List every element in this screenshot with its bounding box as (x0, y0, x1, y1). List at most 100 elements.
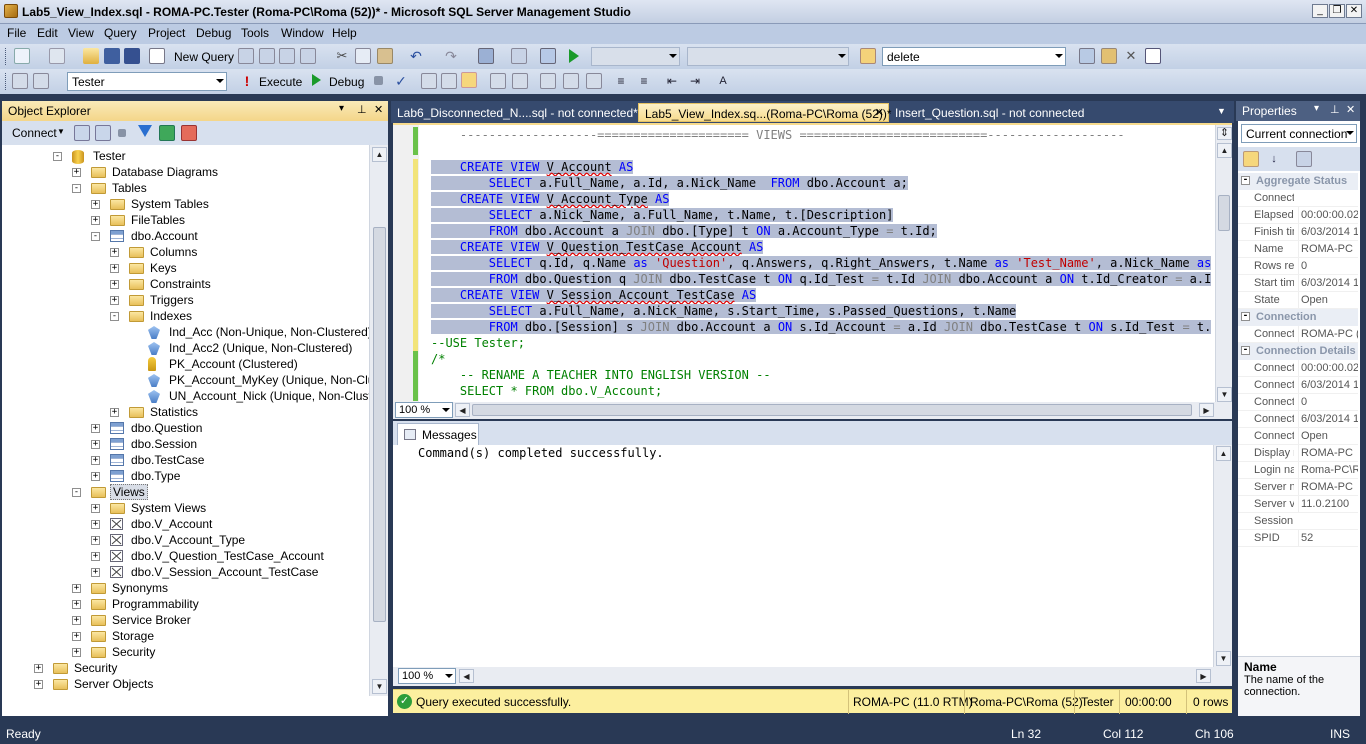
code-line[interactable]: SELECT * FROM dbo.V_Account; (431, 383, 662, 399)
code-line[interactable]: -------------------=====================… (431, 127, 1125, 143)
increase-indent-icon[interactable]: ⇥ (687, 73, 703, 89)
change-connection-icon[interactable] (33, 73, 49, 89)
new-project-icon[interactable] (14, 48, 30, 64)
tab-lab5[interactable]: Lab5_View_Index.sq...(Roma-PC\Roma (52))… (638, 103, 892, 122)
properties-close-icon[interactable]: ✕ (1346, 103, 1355, 116)
disconnect-icon[interactable] (95, 125, 111, 141)
tree-node[interactable]: + Triggers (2, 292, 368, 308)
messages-hscroll-right[interactable]: ▶ (1196, 669, 1211, 683)
property-row[interactable]: Connect ROMA-PC (R (1238, 326, 1358, 343)
tree-scrollbar[interactable]: ▲ ▼ (369, 145, 388, 696)
collapse-toggle-icon[interactable]: - (1241, 176, 1250, 185)
menu-view[interactable]: View (68, 26, 94, 40)
property-pages-icon[interactable] (1296, 151, 1312, 167)
client-stats-icon[interactable] (512, 73, 528, 89)
registered-servers-icon[interactable] (1079, 48, 1095, 64)
expand-toggle-icon[interactable]: + (72, 616, 81, 625)
tree-node[interactable]: + dbo.TestCase (2, 452, 368, 468)
messages-hscroll-left[interactable]: ◀ (459, 669, 474, 683)
solution-config-dropdown[interactable] (591, 47, 680, 66)
property-row[interactable]: Display r ROMA-PC (1238, 445, 1358, 462)
tree-node[interactable]: + Keys (2, 260, 368, 276)
stop-icon[interactable] (118, 129, 126, 137)
collapse-toggle-icon[interactable]: - (110, 312, 119, 321)
connect-dropdown[interactable]: Connect (12, 126, 57, 140)
tree-node[interactable]: - Tables (2, 180, 368, 196)
hscroll-left[interactable]: ◀ (455, 403, 470, 417)
property-row[interactable]: Name ROMA-PC (1238, 241, 1358, 258)
tree-node[interactable]: + Security (2, 644, 368, 660)
pin-icon[interactable]: ⊥ (357, 103, 367, 116)
tab-lab6[interactable]: Lab6_Disconnected_N....sql - not connect… (391, 103, 644, 122)
tree-node[interactable]: + FileTables (2, 212, 368, 228)
tree-node[interactable]: + Statistics (2, 404, 368, 420)
property-row[interactable]: Server v 11.0.2100 (1238, 496, 1358, 513)
expand-toggle-icon[interactable]: + (72, 168, 81, 177)
expand-toggle-icon[interactable]: + (91, 216, 100, 225)
include-plan-icon[interactable] (490, 73, 506, 89)
tree-node[interactable]: + Server Objects (2, 676, 368, 692)
sql-editor[interactable]: -------------------=====================… (393, 123, 1232, 402)
hscroll-right[interactable]: ▶ (1199, 403, 1214, 417)
editor-scroll-up[interactable]: ▲ (1217, 143, 1232, 158)
window-position-icon[interactable]: ▾ (339, 103, 344, 114)
expand-toggle-icon[interactable]: + (34, 664, 43, 673)
tree-node[interactable]: + dbo.V_Session_Account_TestCase (2, 564, 368, 580)
property-row[interactable]: Start tim 6/03/2014 1 (1238, 275, 1358, 292)
expand-toggle-icon[interactable]: + (91, 552, 100, 561)
specify-template-values-icon[interactable]: A (715, 73, 731, 89)
code-line[interactable]: /* (431, 351, 445, 367)
query-designer-icon[interactable] (441, 73, 457, 89)
editor-scroll-thumb[interactable] (1218, 195, 1230, 231)
results-to-file-icon[interactable] (586, 73, 602, 89)
code-line[interactable]: SELECT a.Full_Name, a.Nick_Name, s.Start… (431, 303, 1017, 319)
tree-node[interactable]: - Tester (2, 148, 368, 164)
code-line[interactable]: SELECT a.Nick_Name, a.Full_Name, t.Name,… (431, 207, 894, 223)
code-line[interactable]: CREATE VIEW V_Account_Type AS (431, 191, 670, 207)
intellisense-icon[interactable] (461, 72, 477, 88)
close-button[interactable]: ✕ (1346, 4, 1362, 18)
property-row[interactable]: Connect (1238, 190, 1358, 207)
expand-toggle-icon[interactable]: + (91, 472, 100, 481)
connect-editor-icon[interactable] (12, 73, 28, 89)
property-category[interactable]: - Connection (1238, 309, 1358, 326)
save-icon[interactable] (104, 48, 120, 64)
display-plan-icon[interactable] (421, 73, 437, 89)
messages-vscroll[interactable]: ▲ ▼ (1213, 445, 1232, 667)
scroll-up-arrow[interactable]: ▲ (372, 147, 387, 162)
code-line[interactable]: CREATE VIEW V_Question_TestCase_Account … (431, 239, 764, 255)
expand-toggle-icon[interactable]: + (110, 264, 119, 273)
connect-oe-icon[interactable] (74, 125, 90, 141)
expand-toggle-icon[interactable]: + (110, 280, 119, 289)
expand-toggle-icon[interactable]: + (72, 632, 81, 641)
categorized-icon[interactable] (1243, 151, 1259, 167)
debug-button[interactable]: Debug (329, 75, 364, 89)
copy-icon[interactable] (355, 48, 371, 64)
cut-icon[interactable]: ✂ (334, 48, 350, 64)
menu-project[interactable]: Project (148, 26, 185, 40)
tab-insert-question[interactable]: Insert_Question.sql - not connected (889, 103, 1090, 122)
menu-help[interactable]: Help (332, 26, 357, 40)
start-debugging-icon[interactable] (569, 49, 579, 63)
tree-node[interactable]: + Service Broker (2, 612, 368, 628)
expand-toggle-icon[interactable]: + (110, 296, 119, 305)
execute-icon[interactable]: ! (239, 73, 255, 89)
redo-icon[interactable]: ↷ (443, 48, 459, 64)
cancel-query-icon[interactable] (374, 76, 383, 85)
tree-node[interactable]: + System Views (2, 500, 368, 516)
menu-query[interactable]: Query (104, 26, 137, 40)
editor-vscroll[interactable]: ⇕ ▲ ▼ (1215, 125, 1232, 402)
code-line[interactable]: FROM dbo.Account a JOIN dbo.[Type] t ON … (431, 223, 937, 239)
tree-node[interactable]: + dbo.V_Account (2, 516, 368, 532)
expand-toggle-icon[interactable]: + (91, 440, 100, 449)
code-line[interactable]: --USE Tester; (431, 335, 525, 351)
tree-node[interactable]: + Storage (2, 628, 368, 644)
menu-tools[interactable]: Tools (241, 26, 269, 40)
collapse-toggle-icon[interactable]: - (72, 184, 81, 193)
property-row[interactable]: Connect 6/03/2014 1 (1238, 411, 1358, 428)
attach-process-icon[interactable] (540, 48, 556, 64)
messages-scroll-down[interactable]: ▼ (1216, 651, 1231, 666)
properties-pin-icon[interactable]: ⊥ (1330, 103, 1340, 116)
property-row[interactable]: Connect Open (1238, 428, 1358, 445)
property-row[interactable]: Connect 00:00:00.02 (1238, 360, 1358, 377)
